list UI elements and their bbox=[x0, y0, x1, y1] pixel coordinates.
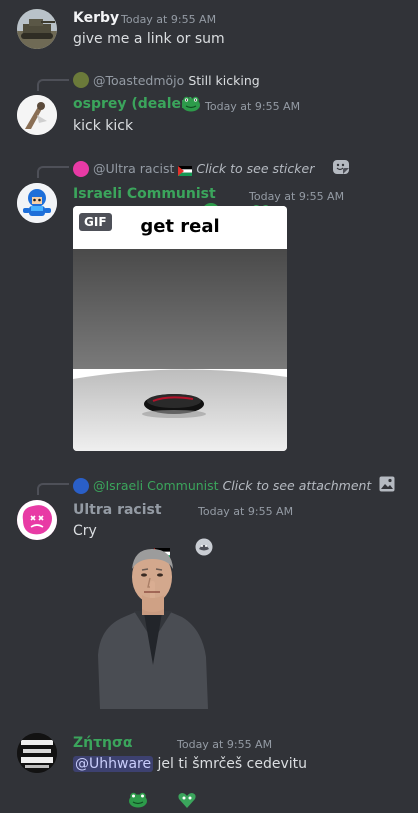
message-text-content: jel ti šmrčeš cedevitu bbox=[157, 756, 308, 772]
sticker-icon bbox=[332, 159, 350, 178]
reply-text: Still kicking bbox=[188, 72, 260, 88]
author-name[interactable]: Ultra racist bbox=[73, 502, 162, 518]
sticker-image[interactable] bbox=[94, 545, 212, 709]
reply-text: Click to see sticker bbox=[196, 161, 315, 176]
reply-preview[interactable]: @Ultra racist Click to see sticker bbox=[73, 159, 350, 178]
frog-badge-icon bbox=[181, 95, 201, 112]
message-text: @Uhhware jel ti šmrčeš cedevitu bbox=[73, 756, 307, 772]
reply-preview[interactable]: @Toastedmöjo Still kicking bbox=[73, 72, 260, 88]
reply-author[interactable]: @Toastedmöjo bbox=[93, 73, 184, 88]
author-name[interactable]: Ζήτησα bbox=[73, 735, 133, 751]
reply-spine bbox=[37, 166, 69, 178]
timestamp: Today at 9:55 AM bbox=[205, 100, 301, 113]
heart-frog-icon bbox=[177, 791, 197, 809]
avatar[interactable] bbox=[17, 9, 57, 49]
palestine-flag-icon bbox=[178, 164, 193, 176]
author-name[interactable]: Israeli Communist bbox=[73, 186, 216, 202]
message-text: Cry bbox=[73, 523, 97, 539]
reply-text: Click to see attachment bbox=[222, 478, 372, 493]
image-icon bbox=[379, 476, 395, 495]
reply-spine bbox=[37, 79, 69, 91]
logo-avatar-image bbox=[17, 733, 57, 773]
reply-avatar bbox=[73, 72, 89, 88]
avatar[interactable] bbox=[17, 95, 57, 135]
reply-author[interactable]: @Israeli Communist bbox=[93, 478, 219, 493]
gif-image bbox=[73, 249, 287, 451]
gif-embed[interactable]: get real GIF bbox=[73, 206, 287, 451]
bird-avatar-image bbox=[17, 95, 57, 135]
tank-avatar-image bbox=[17, 9, 57, 49]
author-name[interactable]: osprey (dealer) bbox=[73, 96, 194, 112]
gif-badge: GIF bbox=[79, 213, 112, 231]
timestamp: Today at 9:55 AM bbox=[121, 13, 217, 26]
reply-avatar bbox=[73, 160, 89, 177]
reply-avatar bbox=[73, 477, 89, 494]
frog-badge-icon bbox=[128, 790, 148, 808]
message-text: give me a link or sum bbox=[73, 31, 225, 47]
avatar[interactable] bbox=[17, 733, 57, 773]
reply-author[interactable]: @Ultra racist bbox=[93, 161, 174, 176]
megaman-avatar-image bbox=[17, 183, 57, 223]
timestamp: Today at 9:55 AM bbox=[249, 190, 345, 203]
timestamp: Today at 9:55 AM bbox=[198, 505, 294, 518]
pink-blob-avatar-image bbox=[17, 500, 57, 540]
user-mention[interactable]: @Uhhware bbox=[73, 756, 154, 772]
avatar[interactable] bbox=[17, 500, 57, 540]
avatar[interactable] bbox=[17, 183, 57, 223]
author-name[interactable]: Kerby bbox=[73, 10, 119, 26]
message-text: kick kick bbox=[73, 118, 134, 134]
reply-spine bbox=[37, 483, 69, 495]
timestamp: Today at 9:55 AM bbox=[177, 738, 273, 751]
reply-preview[interactable]: @Israeli Communist Click to see attachme… bbox=[73, 476, 395, 495]
